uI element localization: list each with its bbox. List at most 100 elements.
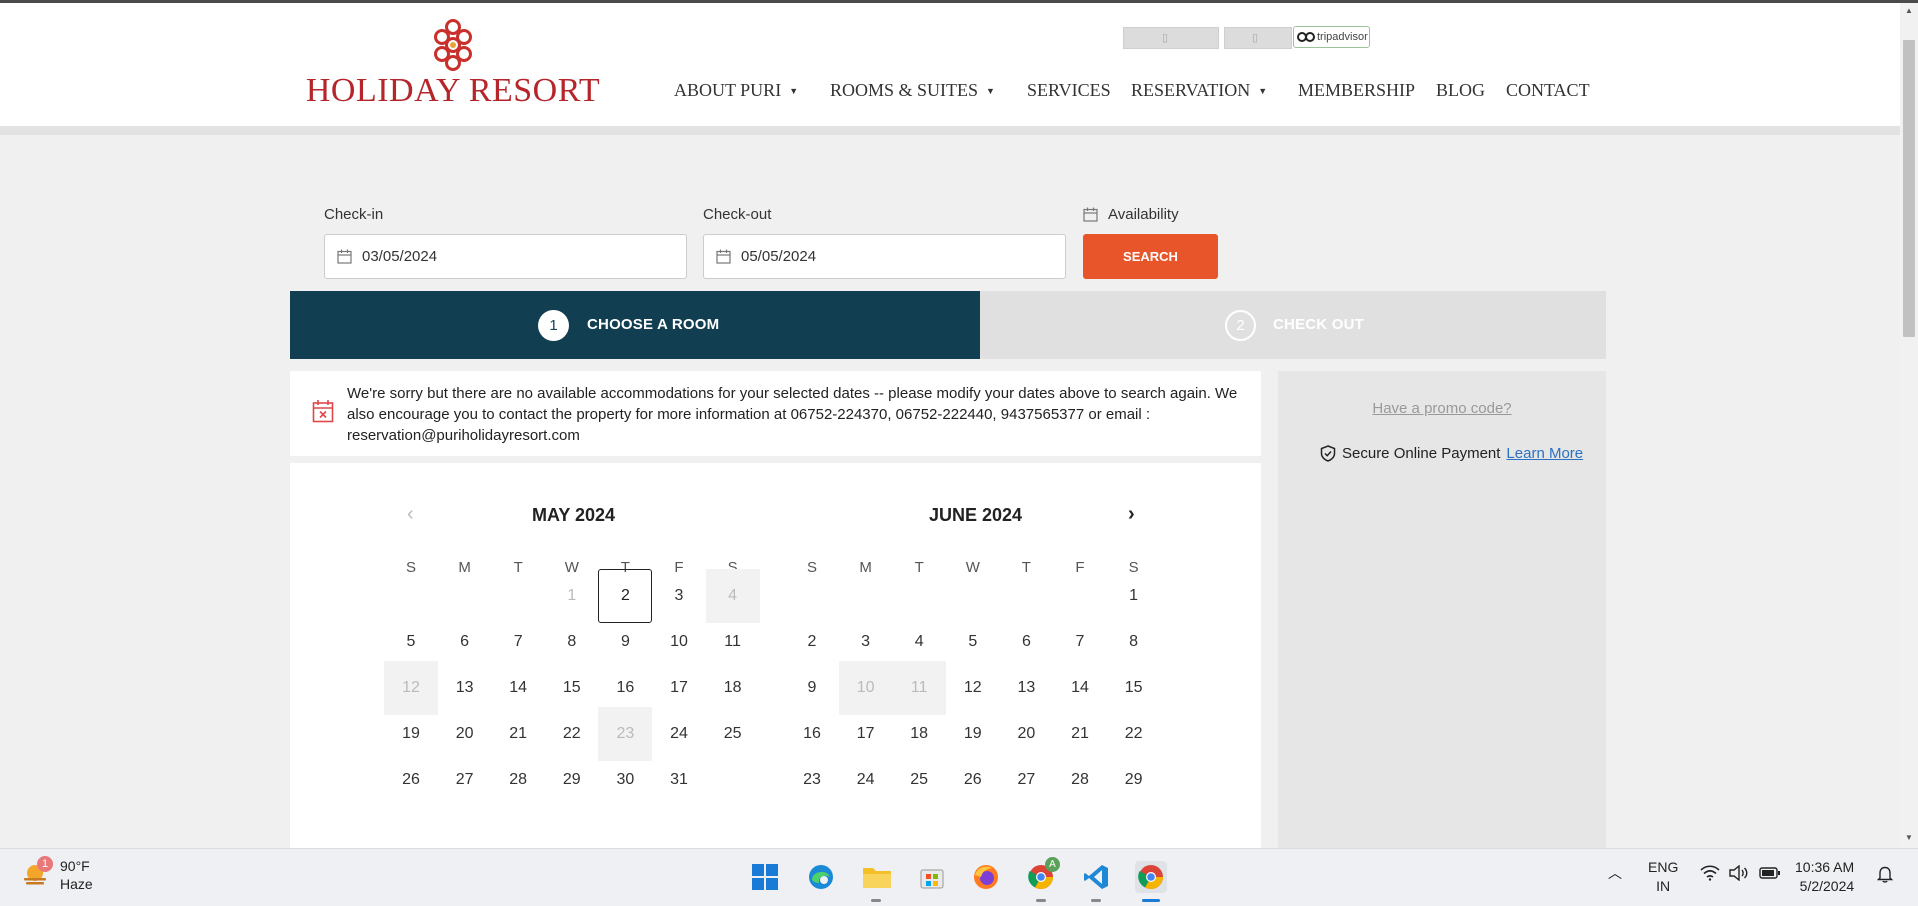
weekday-header: S — [405, 559, 416, 576]
checkin-field[interactable]: 03/05/2024 — [324, 234, 687, 279]
nav-label: BLOG — [1436, 80, 1485, 100]
search-button[interactable]: SEARCH — [1083, 234, 1218, 279]
wifi-icon[interactable] — [1700, 865, 1720, 884]
checkin-value: 03/05/2024 — [362, 248, 438, 265]
nav-rooms-suites[interactable]: ROOMS & SUITES ▼ — [830, 80, 995, 101]
calendar-day[interactable]: 25 — [706, 707, 760, 761]
month-title-june: JUNE 2024 — [929, 505, 1023, 525]
clock-time: 10:36 AM — [1795, 859, 1855, 875]
scroll-thumb[interactable] — [1903, 40, 1915, 337]
nav-services[interactable]: SERVICES — [1027, 80, 1111, 101]
notification-bell-icon[interactable] — [1876, 865, 1894, 886]
microsoft-store-icon[interactable] — [916, 861, 948, 893]
calendar-day[interactable]: 31 — [652, 753, 706, 807]
page-scrollbar[interactable]: ▲ ▼ — [1900, 3, 1918, 848]
step-2-number: 2 — [1225, 310, 1256, 341]
weather-widget[interactable]: 1 90°F Haze — [20, 856, 93, 893]
calendar-day[interactable]: 26 — [946, 753, 1000, 807]
availability-label: Availability — [1083, 206, 1179, 223]
nav-label: ABOUT PURI — [674, 80, 782, 100]
edge-icon[interactable] — [805, 861, 837, 893]
nav-label: MEMBERSHIP — [1298, 80, 1416, 100]
calendar-day[interactable]: 27 — [999, 753, 1053, 807]
language-indicator[interactable]: ENG IN — [1648, 858, 1678, 896]
prev-month-arrow[interactable]: ‹ — [407, 503, 414, 526]
chrome-profile-badge: A — [1045, 857, 1060, 872]
show-hidden-icons-chevron-icon[interactable]: ︿ — [1608, 863, 1622, 883]
calendar-day[interactable]: 24 — [839, 753, 893, 807]
windows-start-icon[interactable] — [749, 861, 781, 893]
checkout-value: 05/05/2024 — [741, 248, 817, 265]
weekday-header: F — [1075, 559, 1085, 576]
booking-steps: 1 CHOOSE A ROOM 2 CHECK OUT — [290, 291, 1606, 359]
checkout-field[interactable]: 05/05/2024 — [703, 234, 1066, 279]
clock-date: 5/2/2024 — [1799, 878, 1855, 894]
secure-payment-label: Secure Online Payment — [1342, 445, 1501, 462]
weekday-header: M — [859, 559, 872, 576]
tripadvisor-badge[interactable]: tripadvisor — [1293, 26, 1370, 48]
secure-payment: Secure Online Payment Learn More — [1320, 445, 1583, 462]
flower-logo-icon — [434, 19, 472, 71]
tripadvisor-label: tripadvisor — [1317, 31, 1368, 43]
chrome-profile-icon[interactable]: A — [1025, 857, 1060, 893]
notice-text: We're sorry but there are no available a… — [347, 385, 1238, 444]
calendar-day[interactable]: 29 — [545, 753, 599, 807]
firefox-icon[interactable] — [970, 861, 1002, 893]
nav-blog[interactable]: BLOG — [1436, 80, 1485, 101]
availability-text: Availability — [1108, 206, 1179, 223]
nav-contact[interactable]: CONTACT — [1506, 80, 1590, 101]
calendar-day[interactable]: 23 — [785, 753, 839, 807]
caret-down-icon: ▼ — [789, 85, 799, 96]
logo-text: HOLIDAY RESORT — [305, 72, 601, 109]
calendar-day[interactable]: 28 — [1053, 753, 1107, 807]
weather-temp: 90°F — [60, 858, 90, 874]
nav-about-puri[interactable]: ABOUT PURI ▼ — [674, 80, 798, 101]
review-widget-2[interactable]: ▯ — [1224, 27, 1292, 49]
step-2-label[interactable]: CHECK OUT — [1273, 316, 1364, 333]
site-header: HOLIDAY RESORT ▯ ▯ tripadvisor ABOUT PUR… — [0, 3, 1900, 126]
running-indicator — [1036, 899, 1046, 902]
step-arrow — [948, 291, 980, 359]
resort-logo[interactable]: HOLIDAY RESORT — [303, 18, 603, 113]
caret-down-icon: ▼ — [1258, 85, 1268, 96]
calendar-day[interactable]: 28 — [491, 753, 545, 807]
running-indicator — [1091, 899, 1101, 902]
tripadvisor-owl-icon — [1297, 31, 1315, 43]
calendar-day[interactable]: 29 — [1107, 753, 1161, 807]
vscode-icon[interactable] — [1080, 861, 1112, 893]
scroll-up-arrow-icon[interactable]: ▲ — [1905, 6, 1913, 15]
weekday-header: T — [513, 559, 523, 576]
scroll-down-arrow-icon[interactable]: ▼ — [1905, 833, 1913, 842]
weekday-header: M — [458, 559, 471, 576]
calendar-day[interactable]: 26 — [384, 753, 438, 807]
battery-icon[interactable] — [1759, 866, 1781, 883]
shield-check-icon — [1320, 445, 1336, 462]
calendar-day[interactable]: 27 — [438, 753, 492, 807]
next-month-arrow[interactable]: › — [1128, 503, 1135, 526]
lang-top: ENG — [1648, 859, 1679, 875]
nav-label: ROOMS & SUITES — [830, 80, 979, 100]
nav-reservation[interactable]: RESERVATION ▼ — [1131, 80, 1267, 101]
chrome-icon[interactable] — [1135, 861, 1167, 893]
weekday-header: S — [806, 559, 817, 576]
system-clock[interactable]: 10:36 AM 5/2/2024 — [1795, 858, 1854, 896]
no-availability-notice: We're sorry but there are no available a… — [290, 371, 1261, 456]
calendar-day[interactable]: 25 — [892, 753, 946, 807]
caret-down-icon: ▼ — [986, 85, 995, 96]
promo-code-link[interactable]: Have a promo code? — [1278, 400, 1606, 417]
header-divider — [0, 126, 1900, 135]
calendar-icon — [337, 249, 352, 264]
step-1-number: 1 — [538, 310, 569, 341]
calendar-icon — [1083, 207, 1098, 222]
haze-sun-icon: 1 — [20, 856, 53, 890]
weather-desc: Haze — [60, 876, 93, 892]
document-icon: ▯ — [1252, 32, 1259, 44]
nav-membership[interactable]: MEMBERSHIP — [1298, 80, 1415, 101]
weekday-header: T — [1021, 559, 1031, 576]
weekday-header: W — [965, 559, 980, 576]
learn-more-link[interactable]: Learn More — [1506, 445, 1583, 462]
file-explorer-icon[interactable] — [861, 861, 893, 893]
calendar-day[interactable]: 30 — [598, 753, 652, 807]
review-widget-1[interactable]: ▯ — [1123, 27, 1219, 49]
volume-icon[interactable] — [1729, 864, 1749, 884]
